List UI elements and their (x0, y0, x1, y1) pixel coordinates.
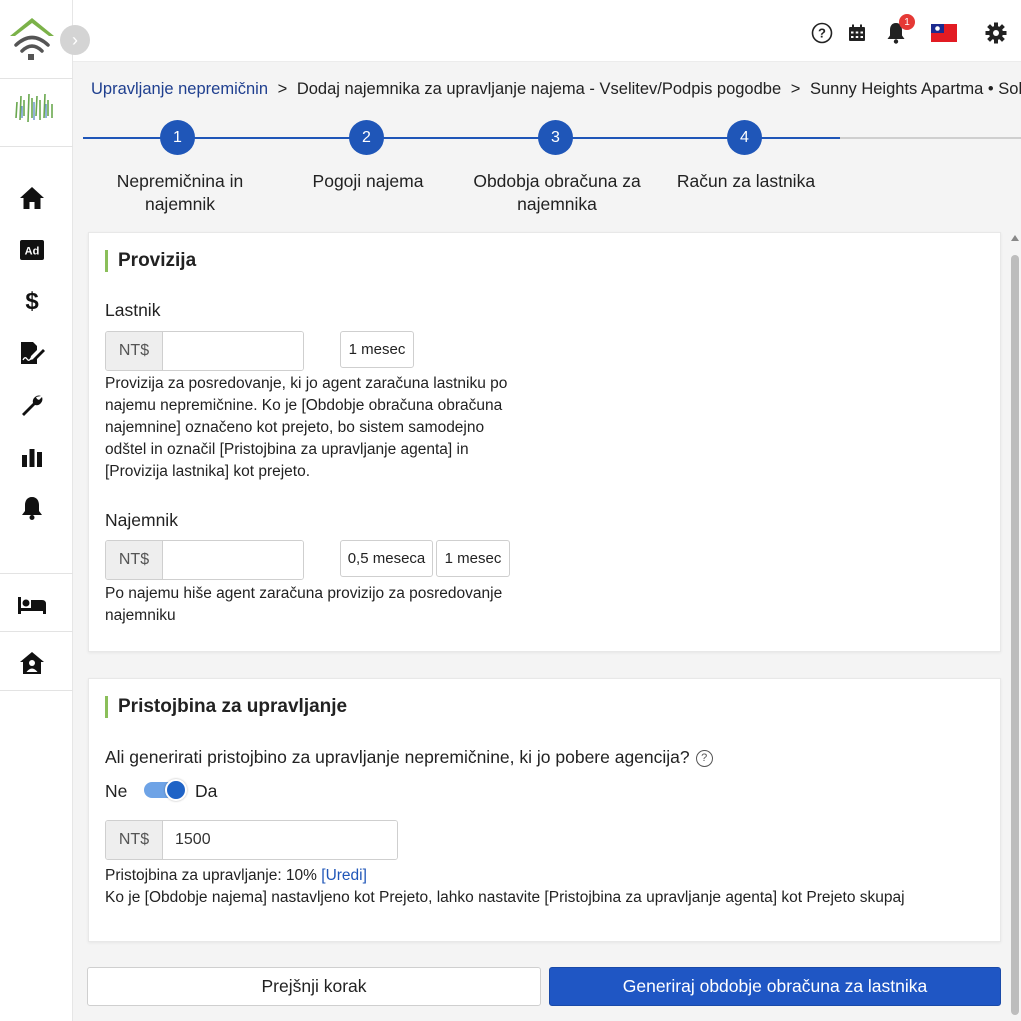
step-1-circle[interactable]: 1 (160, 120, 195, 155)
bell-icon[interactable] (18, 494, 46, 522)
tenant-label: Najemnik (105, 510, 178, 530)
notification-count-badge: 1 (899, 14, 915, 30)
owner-commission-input[interactable] (163, 332, 303, 370)
sidebar-divider (0, 78, 73, 79)
management-fee-question-text: Ali generirati pristojbino za upravljanj… (105, 747, 690, 767)
commission-section-title: Provizija (105, 250, 196, 272)
home-icon[interactable] (18, 184, 46, 212)
step-2-circle[interactable]: 2 (349, 120, 384, 155)
breadcrumb-root-link[interactable]: Upravljanje nepremičnin (91, 80, 268, 98)
toggle-knob (165, 779, 187, 801)
currency-prefix: NT$ (106, 332, 163, 370)
tenant-1-month-button[interactable]: 1 mesec (436, 540, 510, 577)
page-scrollbar[interactable] (1009, 235, 1021, 1021)
generate-owner-billing-button[interactable]: Generiraj obdobje obračuna za lastnika (549, 967, 1001, 1006)
agency-logo-icon (12, 88, 56, 128)
edit-fee-link[interactable]: [Uredi] (321, 867, 367, 884)
breadcrumb: Upravljanje nepremičnin > Dodaj najemnik… (91, 80, 1021, 99)
wrench-icon[interactable] (18, 391, 46, 419)
management-fee-question: Ali generirati pristojbino za upravljanj… (105, 747, 713, 768)
help-circle-icon[interactable]: ? (695, 749, 713, 767)
sidebar-divider (0, 146, 73, 147)
previous-step-button[interactable]: Prejšnji korak (87, 967, 541, 1006)
stepper-remaining-line (840, 137, 1021, 139)
contract-sign-icon[interactable] (18, 339, 46, 367)
tenant-half-month-button[interactable]: 0,5 meseca (340, 540, 433, 577)
ad-icon[interactable]: Ad (18, 236, 46, 264)
dollar-icon[interactable]: $ (18, 287, 46, 315)
bed-icon[interactable] (18, 591, 46, 619)
scroll-thumb[interactable] (1011, 255, 1019, 1015)
collapse-sidebar-button[interactable]: › (60, 25, 90, 55)
step-4-circle[interactable]: 4 (727, 120, 762, 155)
management-fee-section-title: Pristojbina za upravljanje (105, 696, 347, 718)
bar-chart-icon[interactable] (18, 443, 46, 471)
house-person-icon[interactable] (18, 649, 46, 677)
step-1-label-line2: najemnik (144, 194, 216, 214)
commission-card: Provizija Lastnik NT$ 1 mesec Provizija … (88, 232, 1001, 652)
wifi-house-logo-icon[interactable] (8, 16, 56, 62)
owner-commission-help: Provizija za posredovanje, ki jo agent z… (105, 375, 508, 480)
breadcrumb-step: Dodaj najemnika za upravljanje najema - … (296, 80, 782, 98)
gear-icon[interactable] (984, 21, 1008, 45)
breadcrumb-separator: > (277, 80, 288, 98)
step-1-label: Nepremičnina in najemnik (85, 170, 275, 216)
tenant-commission-input[interactable] (163, 541, 303, 579)
svg-text:?: ? (818, 26, 826, 41)
step-3-label-line2: najemnika (517, 194, 597, 214)
management-fee-input-group: NT$ (105, 820, 398, 860)
step-4-label-line1: Račun za lastnika (676, 171, 816, 191)
sidebar: › Ad $ (0, 0, 90, 1021)
owner-1-month-button[interactable]: 1 mesec (340, 331, 414, 368)
notifications-button[interactable]: 1 (884, 14, 915, 45)
chevron-right-icon: › (72, 29, 78, 50)
breadcrumb-separator: > (790, 80, 801, 98)
taiwan-flag-icon[interactable] (930, 21, 958, 45)
step-1-label-line1: Nepremičnina in (116, 171, 244, 191)
scroll-up-arrow-icon[interactable] (1011, 235, 1019, 241)
tenant-commission-help: Po najemu hiše agent zaračuna provizijo … (105, 585, 503, 624)
calendar-icon[interactable] (845, 21, 869, 45)
management-fee-rate: Pristojbina za upravljanje: 10% [Uredi] (105, 865, 367, 887)
step-2-label: Pogoji najema (273, 170, 463, 193)
svg-text:Ad: Ad (25, 246, 40, 258)
top-bar: ? 1 (73, 0, 1021, 62)
step-4-label: Račun za lastnika (651, 170, 841, 193)
currency-prefix: NT$ (106, 821, 163, 859)
toggle-off-label: Ne (105, 781, 128, 801)
tenant-commission-input-group: NT$ (105, 540, 304, 580)
owner-label: Lastnik (105, 300, 161, 320)
step-3-label-line1: Obdobja obračuna za (473, 171, 641, 191)
sidebar-divider (0, 573, 73, 574)
management-fee-toggle[interactable] (144, 779, 187, 801)
management-fee-note: Ko je [Obdobje najema] nastavljeno kot P… (105, 889, 905, 906)
step-2-label-line1: Pogoji najema (312, 171, 424, 191)
breadcrumb-property: Sunny Heights Apartma • Soba 301 (809, 80, 1021, 98)
help-circle-icon[interactable]: ? (810, 21, 834, 45)
management-fee-card: Pristojbina za upravljanje Ali generirat… (88, 678, 1001, 942)
svg-text:$: $ (25, 288, 39, 314)
currency-prefix: NT$ (106, 541, 163, 579)
owner-commission-input-group: NT$ (105, 331, 304, 371)
toggle-on-label: Da (195, 781, 218, 801)
management-fee-input[interactable] (163, 821, 397, 859)
step-3-label: Obdobja obračuna za najemnika (462, 170, 652, 216)
management-fee-rate-text: Pristojbina za upravljanje: 10% (105, 867, 317, 884)
sidebar-divider (0, 631, 73, 632)
step-3-circle[interactable]: 3 (538, 120, 573, 155)
sidebar-divider (0, 690, 73, 691)
